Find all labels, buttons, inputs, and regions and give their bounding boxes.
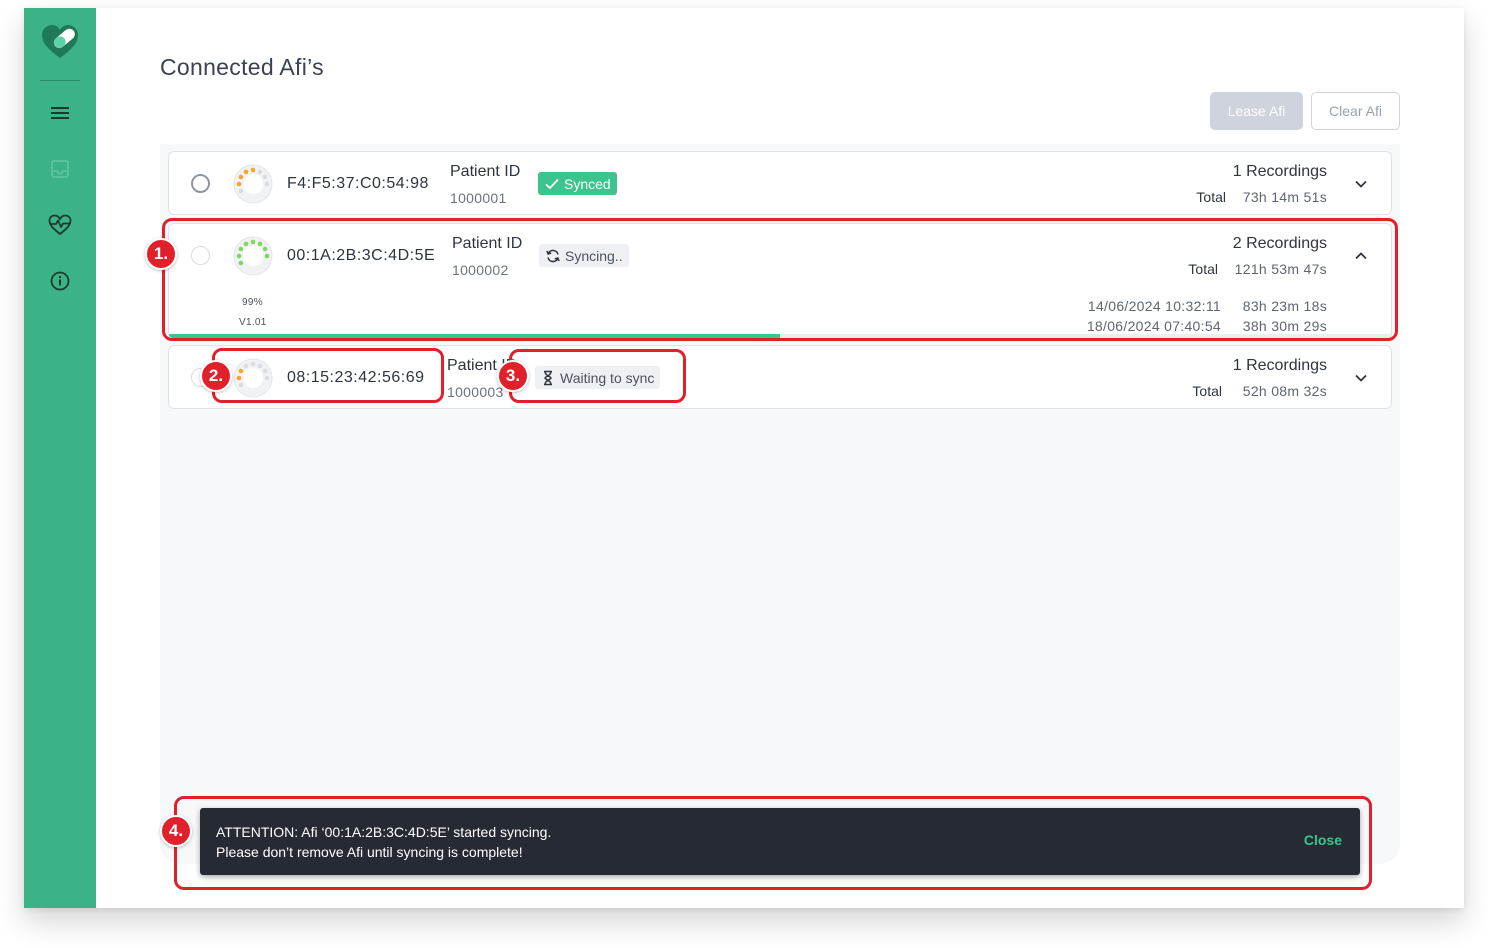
total-duration: 52h 08m 32s: [1242, 383, 1327, 399]
patient-id-value: 1000002: [452, 262, 509, 278]
device-mac: F4:F5:37:C0:54:98: [287, 175, 429, 192]
status-text: Synced: [564, 175, 611, 192]
sidebar: [24, 8, 96, 908]
battery-percent: 99%: [242, 297, 263, 308]
session-duration: 38h 30m 29s: [1242, 318, 1327, 334]
total-label: Total: [1192, 383, 1222, 399]
sidebar-item-menu[interactable]: [40, 95, 80, 131]
check-icon: [545, 178, 559, 189]
clear-afi-button[interactable]: Clear Afi: [1311, 92, 1400, 130]
recordings-count: 1 Recordings: [1232, 163, 1327, 180]
callout-marker: 2.: [200, 360, 232, 392]
inbox-icon: [51, 160, 69, 178]
afi-logo-icon: [38, 22, 82, 62]
total-label: Total: [1188, 261, 1218, 277]
recordings-count: 1 Recordings: [1232, 357, 1327, 374]
device-row[interactable]: 08:15:23:42:56:69 Patient ID 1000003 Wai…: [168, 345, 1392, 409]
toast-message-line2: Please don’t remove Afi until syncing is…: [216, 844, 523, 860]
page-title: Connected Afi’s: [160, 54, 324, 80]
chevron-down-icon[interactable]: [1351, 368, 1371, 388]
sidebar-item-inbox[interactable]: [40, 151, 80, 187]
device-select-radio[interactable]: [191, 246, 210, 265]
device-battery-icon: [233, 236, 273, 276]
device-battery-icon: [233, 358, 273, 398]
status-badge: Syncing..: [539, 244, 629, 267]
session-date: 18/06/2024 07:40:54: [1086, 318, 1221, 334]
heart-pulse-icon: [48, 214, 72, 236]
session-duration: 83h 23m 18s: [1242, 298, 1327, 314]
info-icon: [50, 271, 70, 291]
status-text: Syncing..: [565, 247, 623, 264]
hourglass-icon: [544, 370, 552, 385]
sync-icon: [546, 249, 560, 262]
sidebar-divider: [40, 80, 80, 81]
status-badge: Waiting to sync: [535, 366, 661, 389]
recordings-count: 2 Recordings: [1232, 235, 1327, 252]
device-row-expanded[interactable]: 00:1A:2B:3C:4D:5E Patient ID 1000002 Syn…: [168, 223, 1392, 339]
patient-id-value: 1000003: [447, 384, 504, 400]
status-badge: Synced: [538, 172, 617, 195]
device-select-radio[interactable]: [191, 174, 210, 193]
device-row[interactable]: F4:F5:37:C0:54:98 Patient ID 1000001 Syn…: [168, 151, 1392, 215]
chevron-up-icon[interactable]: [1351, 246, 1371, 266]
firmware-version: V1.01: [239, 317, 267, 328]
device-mac: 00:1A:2B:3C:4D:5E: [287, 247, 436, 264]
device-battery-icon: [233, 164, 273, 204]
menu-icon: [51, 107, 69, 119]
main-content: Connected Afi’s Lease Afi Clear Afi F4:F…: [96, 8, 1464, 908]
status-text: Waiting to sync: [560, 369, 655, 386]
toast-close-button[interactable]: Close: [1304, 832, 1342, 848]
sync-toast: ATTENTION: Afi ‘00:1A:2B:3C:4D:5E’ start…: [200, 808, 1360, 875]
total-duration: 121h 53m 47s: [1234, 261, 1327, 277]
device-mac: 08:15:23:42:56:69: [287, 369, 425, 386]
callout-marker: 3.: [497, 360, 529, 392]
patient-id-value: 1000001: [450, 190, 507, 206]
patient-id-label: Patient ID: [450, 163, 521, 180]
lease-afi-button[interactable]: Lease Afi: [1210, 92, 1303, 130]
session-date: 14/06/2024 10:32:11: [1087, 298, 1221, 314]
toast-message-line1: ATTENTION: Afi ‘00:1A:2B:3C:4D:5E’ start…: [216, 824, 552, 840]
total-label: Total: [1196, 189, 1226, 205]
total-duration: 73h 14m 51s: [1242, 189, 1327, 205]
sync-progress-fill: [169, 334, 780, 338]
sync-progress-bar: [169, 334, 1391, 338]
callout-marker: 4.: [160, 815, 192, 847]
sidebar-item-heart-rate[interactable]: [40, 207, 80, 243]
app-window: Connected Afi’s Lease Afi Clear Afi F4:F…: [24, 8, 1464, 908]
callout-marker: 1.: [145, 238, 177, 270]
sidebar-item-info[interactable]: [40, 263, 80, 299]
patient-id-label: Patient ID: [452, 235, 523, 252]
chevron-down-icon[interactable]: [1351, 174, 1371, 194]
